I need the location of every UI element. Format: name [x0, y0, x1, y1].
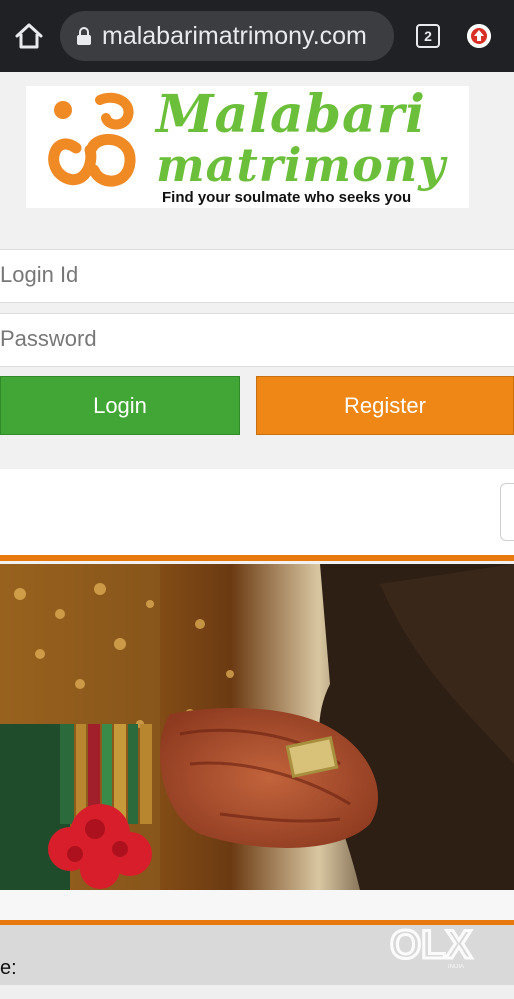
spacer — [0, 890, 514, 920]
login-id-field — [0, 249, 514, 303]
info-bar-label: e: — [0, 957, 17, 979]
site-logo[interactable]: Malabari matrimony Find your soulmate wh… — [26, 84, 469, 208]
logo-title-line2: matrimony — [156, 138, 446, 192]
password-field — [0, 313, 514, 367]
register-button[interactable]: Register — [256, 376, 514, 435]
content-panel — [0, 469, 514, 555]
page-content: Malabari matrimony Find your soulmate wh… — [0, 72, 514, 999]
login-id-input[interactable] — [0, 250, 500, 300]
wedding-hands-photo — [0, 564, 514, 890]
olx-watermark-icon: OLX INDIA — [389, 922, 475, 971]
bottom-band — [0, 985, 514, 999]
logo-mark-icon — [48, 92, 136, 187]
login-button[interactable]: Login — [0, 376, 240, 435]
panel-card-edge[interactable] — [500, 483, 514, 541]
tabs-icon[interactable]: 2 — [416, 24, 440, 48]
orange-divider — [0, 555, 514, 561]
lock-icon — [77, 27, 91, 45]
logo-tagline: Find your soulmate who seeks you — [162, 189, 412, 206]
update-icon[interactable] — [467, 24, 491, 48]
password-input[interactable] — [0, 314, 500, 364]
browser-toolbar: malabarimatrimony.com 2 — [0, 0, 514, 72]
home-icon[interactable] — [14, 22, 44, 50]
svg-text:INDIA: INDIA — [448, 964, 464, 970]
svg-text:OLX: OLX — [390, 923, 473, 967]
address-bar[interactable]: malabarimatrimony.com — [60, 11, 394, 61]
url-text: malabarimatrimony.com — [102, 22, 367, 50]
logo-title-line1: Malabari — [156, 84, 426, 145]
